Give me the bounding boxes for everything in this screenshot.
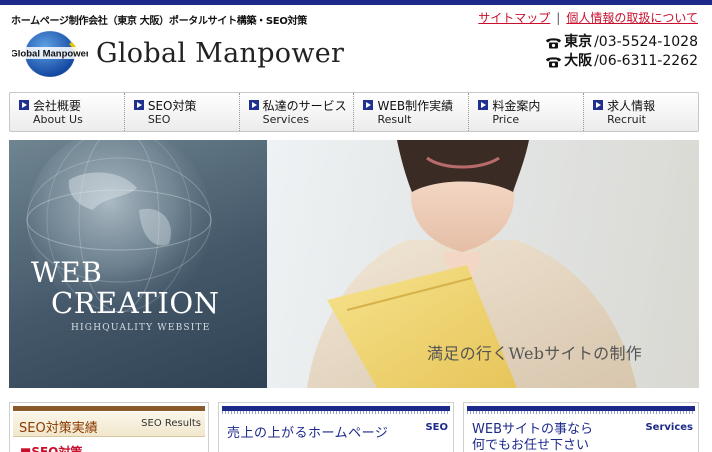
phone-numbers: 東京/03-5524-1028 大阪/06-6311-2262 xyxy=(545,33,698,71)
nav-label-en: Price xyxy=(492,113,520,126)
nav-label-jp: 求人情報 xyxy=(607,99,656,113)
globe-logo-icon: Global Manpower xyxy=(10,30,90,78)
hero-caption: 満足の行くWebサイトの制作 xyxy=(427,344,643,363)
logo-text: Global Manpower xyxy=(12,49,88,60)
phone-osaka: 大阪/06-6311-2262 xyxy=(545,52,698,71)
company-logo[interactable]: Global Manpower xyxy=(10,30,90,78)
panel-tag: SEO Results xyxy=(141,418,201,429)
hero-heading-line2: CREATION xyxy=(51,286,220,320)
arrow-right-icon xyxy=(248,100,259,110)
panel-tag: Services xyxy=(645,422,693,433)
nav-label-jp: 会社概要 xyxy=(33,99,82,113)
arrow-right-icon xyxy=(19,100,29,110)
sales-homepage-panel[interactable]: 売上の上がるホームページ SEO xyxy=(218,402,454,452)
hero-banner: WEB CREATION HIGHQUALITY WEBSITE 満足の行くWe… xyxy=(9,140,699,388)
phone-city: 大阪 xyxy=(564,53,593,69)
panel-stripe xyxy=(13,406,205,411)
panel-tag: SEO xyxy=(425,422,448,433)
brand-name: Global Manpower xyxy=(96,38,345,69)
arrow-right-icon xyxy=(478,100,489,110)
nav-label-jp: SEO対策 xyxy=(147,99,197,113)
link-separator: | xyxy=(556,11,561,25)
panel-title-line2: 何でもお任せ下さい xyxy=(472,438,590,452)
panel-title: SEO対策実績 xyxy=(19,421,98,436)
nav-label-en: Result xyxy=(377,113,412,126)
panel-dotted-bar xyxy=(222,411,450,414)
arrow-right-icon xyxy=(133,100,144,110)
nav-label-jp: 料金案内 xyxy=(492,99,541,113)
panel-title-line1: WEBサイトの事なら xyxy=(472,422,593,437)
nav-item-recruit[interactable]: 求人情報 Recruit xyxy=(584,93,698,131)
seo-subheading-link[interactable]: ■SEO対策 xyxy=(20,443,82,452)
nav-label-jp: WEB制作実績 xyxy=(377,99,454,113)
top-accent-bar xyxy=(0,0,712,5)
panel-dotted-bar xyxy=(467,411,695,414)
sitemap-link[interactable]: サイトマップ xyxy=(478,11,550,25)
nav-item-services[interactable]: 私達のサービス Services xyxy=(240,93,355,131)
top-links: サイトマップ | 個人情報の取扱について xyxy=(478,9,698,26)
panel-title: 売上の上がるホームページ xyxy=(227,426,389,441)
phone-number: /03-5524-1028 xyxy=(594,34,698,50)
nav-label-en: About Us xyxy=(33,113,83,126)
nav-label-en: Recruit xyxy=(607,113,646,126)
phone-number: /06-6311-2262 xyxy=(594,53,698,69)
arrow-right-icon xyxy=(593,100,604,110)
telephone-icon xyxy=(546,38,562,49)
seo-results-panel: SEO対策実績 SEO Results ■SEO対策 xyxy=(9,402,209,452)
nav-item-price[interactable]: 料金案内 Price xyxy=(469,93,585,131)
hero-heading-line1: WEB xyxy=(31,256,103,289)
telephone-icon xyxy=(546,57,562,68)
nav-item-seo[interactable]: SEO対策 SEO xyxy=(125,93,240,131)
nav-label-en: SEO xyxy=(147,113,171,126)
hero-subtitle: HIGHQUALITY WEBSITE xyxy=(71,323,211,333)
phone-tokyo: 東京/03-5524-1028 xyxy=(545,33,698,52)
phone-city: 東京 xyxy=(564,34,593,50)
nav-label-en: Services xyxy=(262,113,310,126)
site-tagline: ホームページ制作会社（東京 大阪）ポータルサイト構築・SEO対策 xyxy=(11,16,307,27)
arrow-right-icon xyxy=(363,100,374,110)
privacy-policy-link[interactable]: 個人情報の取扱について xyxy=(566,11,698,25)
services-panel[interactable]: WEBサイトの事なら 何でもお任せ下さい Services xyxy=(463,402,699,452)
panel-header: SEO対策実績 SEO Results xyxy=(13,412,205,437)
main-nav: 会社概要 About Us SEO対策 SEO 私達のサービス Services… xyxy=(9,92,699,132)
nav-item-result[interactable]: WEB制作実績 Result xyxy=(354,93,470,131)
nav-item-about-us[interactable]: 会社概要 About Us xyxy=(10,93,125,131)
nav-label-jp: 私達のサービス xyxy=(262,99,347,113)
panel-title: WEBサイトの事なら 何でもお任せ下さい xyxy=(472,422,593,452)
